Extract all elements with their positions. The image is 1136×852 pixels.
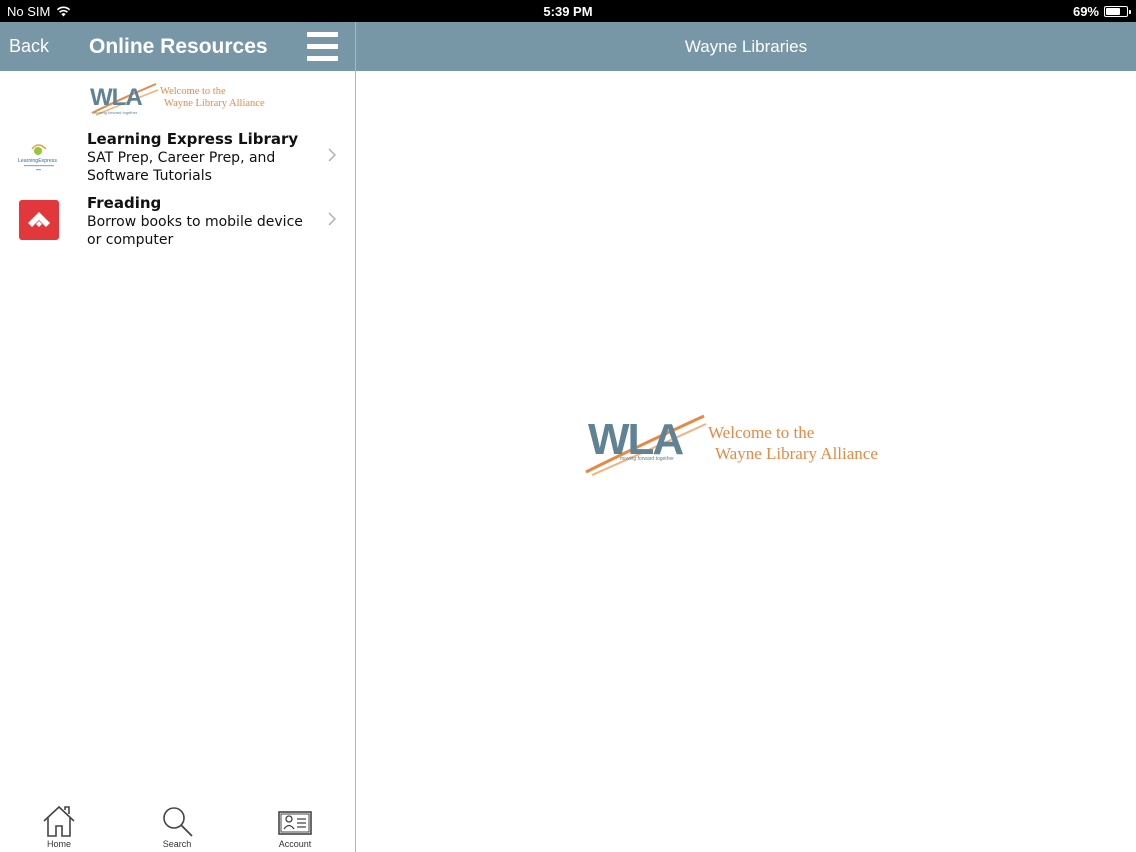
status-right: 69%: [1072, 4, 1131, 19]
tab-label: Search: [162, 839, 192, 849]
tab-search[interactable]: Search: [142, 804, 212, 849]
tab-label: Account: [278, 839, 312, 849]
welcome-line-1: Welcome to the: [160, 86, 226, 97]
wla-letters: WLA: [90, 84, 142, 111]
list-item-description: Borrow books to mobile device or compute…: [87, 214, 303, 248]
hamburger-menu-icon[interactable]: [307, 31, 338, 62]
battery-level: [1106, 8, 1120, 15]
left-panel: Back Online Resources WLA moving forward…: [0, 22, 355, 852]
welcome-line-1: Welcome to the: [708, 423, 814, 442]
freading-symbol: [28, 212, 50, 227]
battery-percent: 69%: [1072, 4, 1099, 19]
status-time: 5:39 PM: [543, 4, 593, 19]
list-item-learning-express[interactable]: LearningExpress Learning Express Library…: [0, 129, 355, 193]
menu-bar: [307, 44, 338, 49]
wla-center-logo: WLA moving forward together Welcome to t…: [585, 414, 878, 476]
list-item-description: SAT Prep, Career Prep, and Software Tuto…: [87, 150, 276, 184]
account-card-icon: [278, 811, 312, 835]
freading-icon: [19, 200, 59, 240]
chevron-right-icon: [328, 148, 337, 162]
list-item-text: Learning Express Library SAT Prep, Caree…: [87, 130, 317, 185]
back-button[interactable]: Back: [9, 36, 49, 57]
tab-bar: Home Search Account: [0, 800, 355, 852]
page-title: Online Resources: [89, 35, 268, 58]
wla-tagline: moving forward together: [620, 456, 674, 462]
resource-list: LearningExpress Learning Express Library…: [0, 129, 355, 257]
list-item-text: Freading Borrow books to mobile device o…: [87, 194, 317, 249]
learning-express-logo: LearningExpress: [18, 144, 57, 171]
search-icon: [163, 807, 193, 837]
right-nav-bar: Wayne Libraries: [356, 22, 1136, 71]
list-item-freading[interactable]: Freading Borrow books to mobile device o…: [0, 193, 355, 257]
welcome-line-2: Wayne Library Alliance: [715, 444, 878, 463]
right-panel: Wayne Libraries WLA moving forward toget…: [356, 22, 1136, 852]
wla-banner-logo: WLA moving forward together Welcome to t…: [90, 83, 265, 116]
tab-home[interactable]: Home: [24, 804, 94, 849]
detail-title: Wayne Libraries: [684, 37, 808, 56]
welcome-line-2: Wayne Library Alliance: [164, 98, 265, 109]
status-bar: No SIM 5:39 PM 69%: [0, 0, 1136, 22]
battery-icon: [1104, 6, 1131, 17]
chevron-right-icon: [328, 212, 337, 226]
tab-label: Home: [46, 839, 71, 849]
learning-express-logo-text: LearningExpress: [18, 158, 57, 164]
list-item-title: Learning Express Library: [87, 130, 299, 148]
tab-account[interactable]: Account: [260, 804, 330, 849]
wla-tagline: moving forward together: [94, 110, 138, 115]
home-icon: [43, 805, 75, 837]
menu-bar: [307, 56, 338, 61]
battery-tip: [1129, 10, 1131, 14]
list-item-title: Freading: [87, 194, 162, 212]
menu-bar: [307, 32, 338, 37]
left-nav-bar: Back Online Resources: [0, 22, 355, 71]
